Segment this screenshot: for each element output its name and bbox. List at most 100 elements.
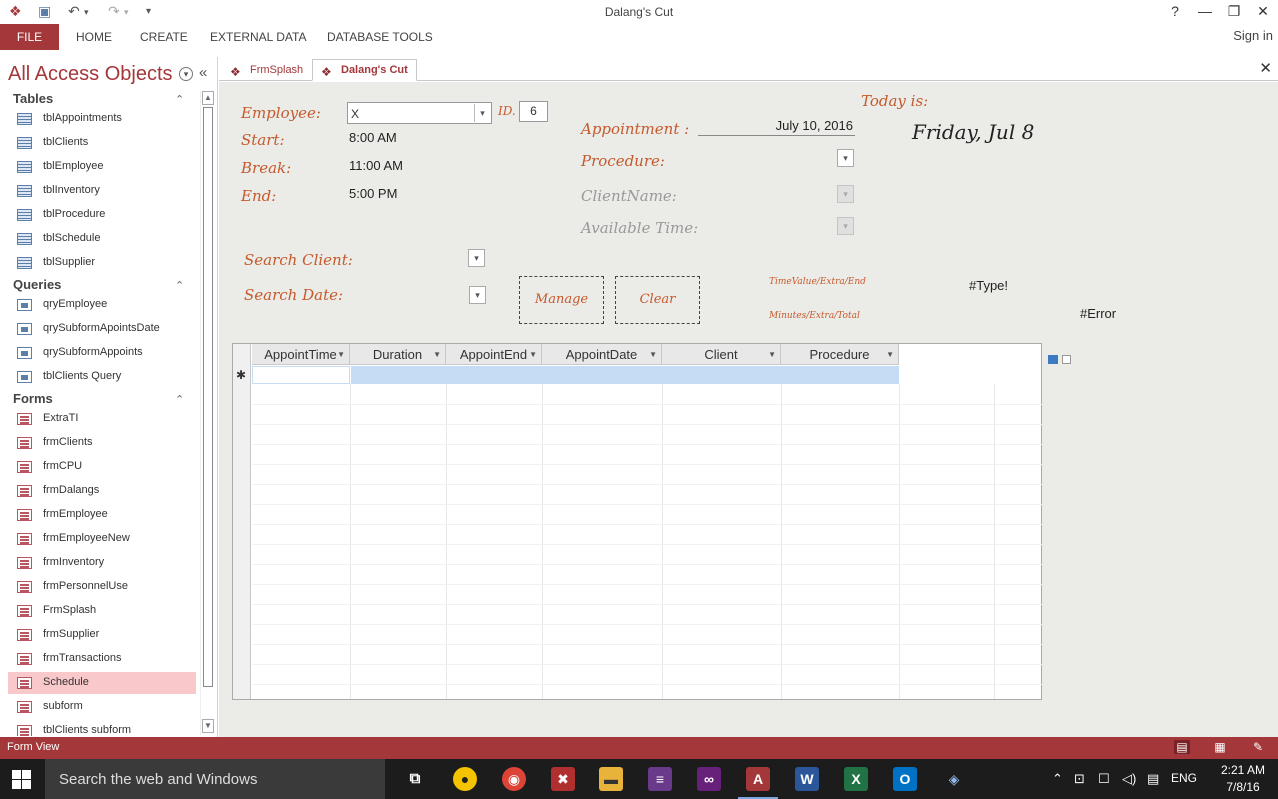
nav-item-frmcpu[interactable]: frmCPU — [8, 456, 196, 478]
doc-tab-dalangs-cut[interactable]: ❖ Dalang's Cut — [312, 59, 417, 81]
action-center-icon[interactable]: ▤ — [1147, 771, 1159, 787]
scroll-thumb[interactable] — [203, 107, 213, 687]
chevron-down-icon[interactable]: ▼ — [886, 344, 894, 365]
nav-item-tblclients[interactable]: tblClients — [8, 132, 196, 154]
tab-home[interactable]: HOME — [76, 30, 112, 44]
help-button[interactable]: ? — [1165, 3, 1185, 19]
minimize-button[interactable]: — — [1195, 3, 1215, 19]
nav-item-frmemployee[interactable]: frmEmployee — [8, 504, 196, 526]
visual-studio-icon[interactable]: ∞ — [697, 767, 721, 791]
close-document-icon[interactable]: ✕ — [1259, 59, 1272, 77]
outlook-icon[interactable]: O — [893, 767, 917, 791]
nav-item-frminventory[interactable]: frmInventory — [8, 552, 196, 574]
nav-item-tblclients-query[interactable]: tblClients Query — [8, 366, 196, 388]
nav-item-tblprocedure[interactable]: tblProcedure — [8, 204, 196, 226]
collapse-queries-icon[interactable]: ⌃ — [175, 279, 184, 292]
restore-button[interactable]: ❐ — [1224, 3, 1244, 20]
employee-combo[interactable]: X ▾ — [347, 102, 492, 124]
nav-item-frmpersonneluse[interactable]: frmPersonnelUse — [8, 576, 196, 598]
nav-item-extrati[interactable]: ExtraTI — [8, 408, 196, 430]
nav-item-frmemployeenew[interactable]: frmEmployeeNew — [8, 528, 196, 550]
column-header-appointtime[interactable]: AppointTime ▼ — [252, 344, 350, 365]
network-sharing-icon[interactable]: ⊡ — [1074, 771, 1085, 787]
scroll-up-icon[interactable]: ▲ — [202, 91, 214, 105]
nav-item-tblemployee[interactable]: tblEmployee — [8, 156, 196, 178]
record-selector-column[interactable] — [233, 344, 251, 699]
nav-scrollbar[interactable]: ▲ ▼ — [200, 91, 214, 735]
chevron-down-icon[interactable]: ▾ — [474, 104, 490, 122]
nav-item-schedule[interactable]: Schedule — [8, 672, 196, 694]
new-record-row[interactable] — [351, 366, 899, 384]
nav-group-forms[interactable]: Forms — [13, 391, 53, 406]
media-player-icon[interactable]: ● — [453, 767, 477, 791]
nav-item-qrysubformappoints[interactable]: qrySubformAppoints — [8, 342, 196, 364]
chevron-down-icon[interactable]: ▼ — [337, 344, 345, 365]
language-indicator[interactable]: ENG — [1171, 771, 1197, 785]
excel-icon[interactable]: X — [844, 767, 868, 791]
column-header-client[interactable]: Client ▼ — [662, 344, 781, 365]
tab-create[interactable]: CREATE — [140, 30, 188, 44]
new-record-appointtime-cell[interactable] — [252, 366, 350, 384]
nav-item-tblsupplier[interactable]: tblSupplier — [8, 252, 196, 274]
column-header-appointend[interactable]: AppointEnd ▼ — [446, 344, 542, 365]
close-window-button[interactable]: ✕ — [1253, 3, 1273, 20]
nav-item-frmsupplier[interactable]: frmSupplier — [8, 624, 196, 646]
nav-item-tblschedule[interactable]: tblSchedule — [8, 228, 196, 250]
sign-in-link[interactable]: Sign in — [1233, 28, 1273, 43]
scroll-down-icon[interactable]: ▼ — [202, 719, 214, 733]
form-view-icon[interactable]: ▤ — [1174, 740, 1190, 754]
tab-database-tools[interactable]: DATABASE TOOLS — [327, 30, 433, 44]
file-tab[interactable]: FILE — [0, 24, 59, 50]
search-date-dropdown[interactable]: ▾ — [469, 286, 486, 304]
chevron-down-icon[interactable]: ▼ — [433, 344, 441, 365]
access-taskbar-icon[interactable]: A — [738, 767, 778, 799]
tab-external-data[interactable]: EXTERNAL DATA — [210, 30, 306, 44]
chevron-down-icon[interactable]: ▼ — [768, 344, 776, 365]
system-clock[interactable]: 2:21 AM 7/8/16 — [1213, 762, 1273, 796]
procedure-dropdown[interactable]: ▾ — [837, 149, 854, 167]
volume-icon[interactable]: ◁) — [1122, 771, 1136, 787]
checkbox-control-icon[interactable] — [1062, 355, 1071, 364]
shutter-bar-collapse-icon[interactable]: « — [199, 64, 207, 81]
design-view-icon[interactable]: ✎ — [1250, 740, 1266, 754]
nav-pane-title[interactable]: All Access Objects — [8, 63, 173, 86]
nav-item-frmdalangs[interactable]: frmDalangs — [8, 480, 196, 502]
nav-item-tblappointments[interactable]: tblAppointments — [8, 108, 196, 130]
available-time-dropdown[interactable]: ▾ — [837, 217, 854, 235]
clear-button[interactable]: Clear — [615, 276, 700, 324]
nav-item-frmsplash[interactable]: FrmSplash — [8, 600, 196, 622]
nav-item-subform[interactable]: subform — [8, 696, 196, 718]
id-field[interactable]: 6 — [519, 101, 548, 122]
search-client-dropdown[interactable]: ▾ — [468, 249, 485, 267]
doc-tab-frmsplash[interactable]: ❖ FrmSplash — [221, 59, 312, 81]
archive-app-icon[interactable]: ≡ — [648, 767, 672, 791]
manage-button[interactable]: Manage — [519, 276, 604, 324]
appointment-date-field[interactable]: July 10, 2016 — [698, 118, 855, 136]
chevron-down-icon[interactable]: ▼ — [529, 344, 537, 365]
nav-item-qrysubformapointsdate[interactable]: qrySubformApointsDate — [8, 318, 196, 340]
chrome-icon[interactable]: ◉ — [502, 767, 526, 791]
task-view-icon[interactable]: ⧉ — [403, 767, 427, 791]
remote-desktop-icon[interactable]: ◈ — [942, 767, 966, 791]
tool-app-icon[interactable]: ✖ — [551, 767, 575, 791]
column-header-procedure[interactable]: Procedure ▼ — [781, 344, 899, 365]
show-hidden-icons-icon[interactable]: ⌃ — [1052, 771, 1063, 787]
collapse-tables-icon[interactable]: ⌃ — [175, 93, 184, 106]
chevron-down-icon[interactable]: ▼ — [649, 344, 657, 365]
collapse-forms-icon[interactable]: ⌃ — [175, 393, 184, 406]
nav-group-tables[interactable]: Tables — [13, 91, 53, 106]
appointments-datasheet[interactable]: AppointTime ▼ Duration ▼ AppointEnd ▼ Appoi… — [232, 343, 1042, 700]
client-name-dropdown[interactable]: ▾ — [837, 185, 854, 203]
nav-item-frmclients[interactable]: frmClients — [8, 432, 196, 454]
nav-group-queries[interactable]: Queries — [13, 277, 61, 292]
nav-pane-menu-icon[interactable]: ▾ — [179, 67, 193, 81]
nav-item-qryemployee[interactable]: qryEmployee — [8, 294, 196, 316]
network-icon[interactable]: ☐ — [1098, 771, 1110, 787]
layout-view-icon[interactable]: ▦ — [1212, 740, 1228, 754]
windows-start-icon[interactable] — [12, 770, 32, 790]
nav-item-tblinventory[interactable]: tblInventory — [8, 180, 196, 202]
image-control-icon[interactable] — [1048, 355, 1058, 364]
column-header-appointdate[interactable]: AppointDate ▼ — [542, 344, 662, 365]
nav-item-tblclients-subform[interactable]: tblClients subform — [8, 720, 196, 736]
column-header-duration[interactable]: Duration ▼ — [350, 344, 446, 365]
